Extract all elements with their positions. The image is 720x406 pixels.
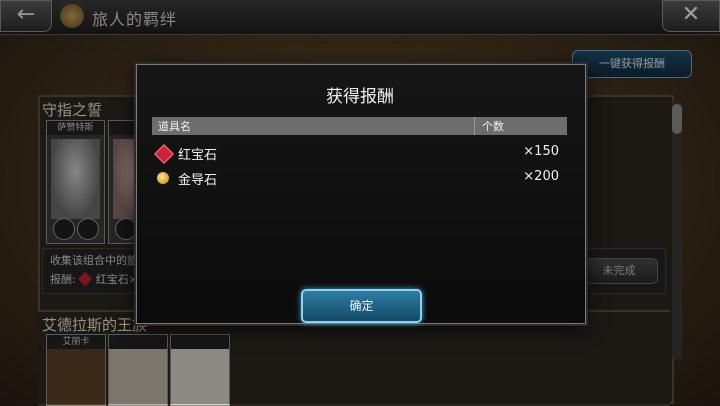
item-quantity: ×200 [523,169,559,184]
item-name: 金导石 [178,173,218,188]
item-name: 红宝石 [178,148,218,163]
table-row: 红宝石 ×150 [152,141,567,165]
confirm-button[interactable]: 确定 [301,289,422,323]
table-header [152,117,567,135]
item-quantity: ×150 [523,144,559,159]
dialog-title: 获得报酬 [326,87,394,107]
gold-stone-icon [157,172,169,184]
column-header-name: 道具名 [158,120,191,133]
table-row: 金导石 ×200 [152,166,567,190]
column-divider [474,117,475,135]
column-header-count: 个数 [482,120,504,133]
ruby-icon [154,144,174,164]
